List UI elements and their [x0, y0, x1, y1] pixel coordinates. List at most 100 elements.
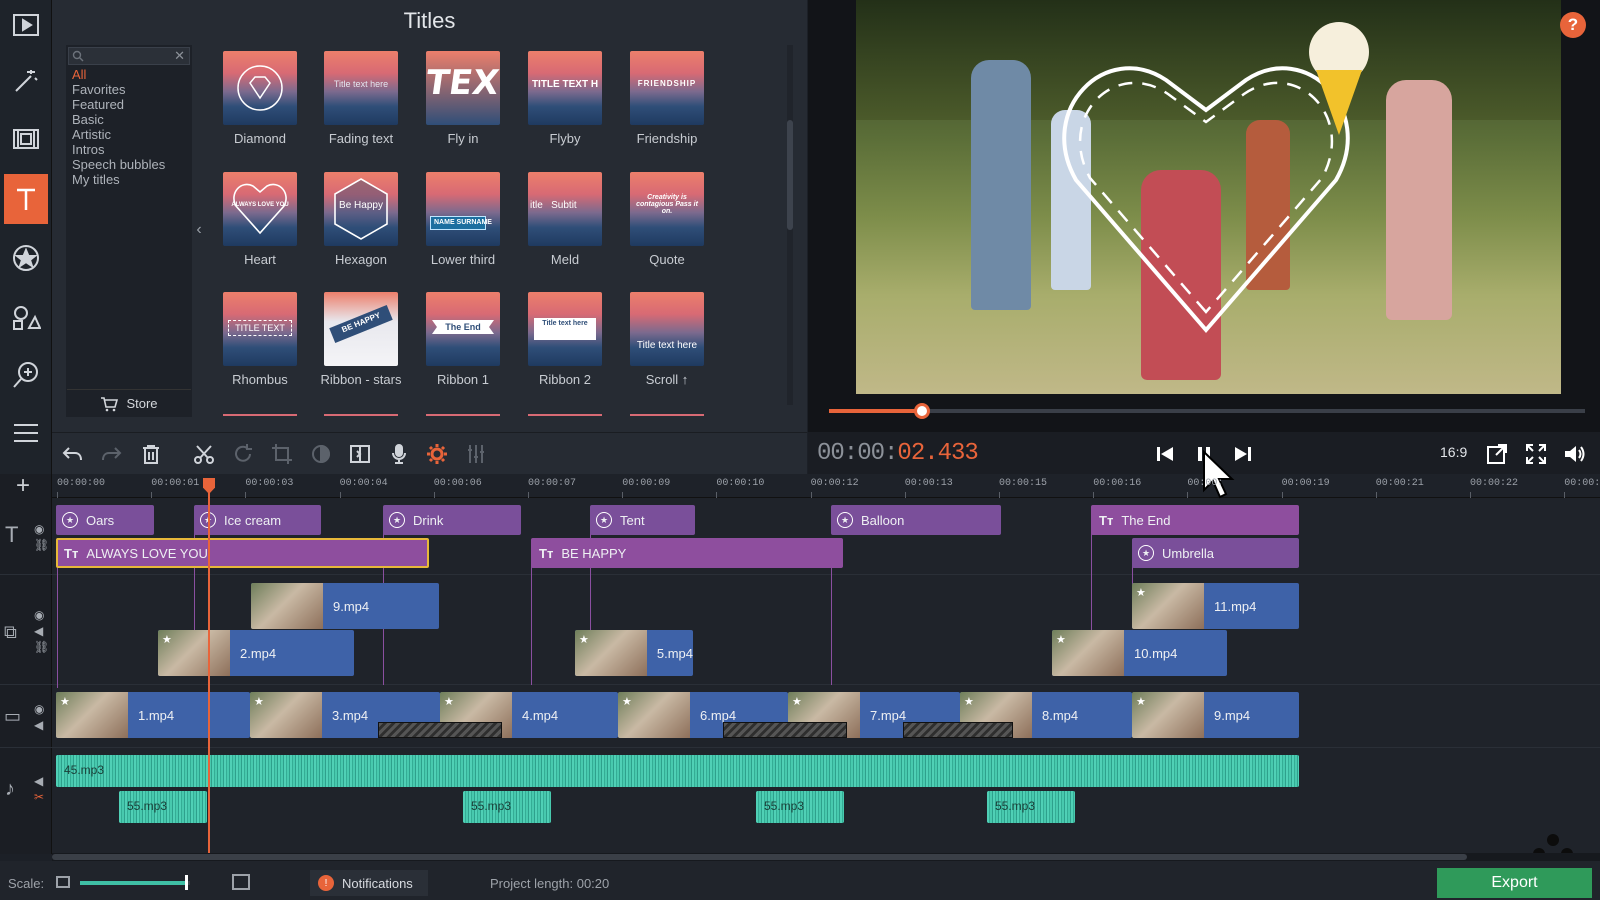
audio-clip[interactable]: 55.mp3 [756, 791, 844, 823]
split-scissors-icon[interactable] [190, 440, 218, 468]
title-tile-diamond[interactable] [223, 51, 297, 125]
transition-marker[interactable] [378, 722, 502, 738]
video-preview[interactable] [856, 0, 1561, 394]
filters-icon[interactable] [4, 114, 48, 164]
notifications-button[interactable]: ! Notifications [310, 870, 428, 896]
clip-label: Oars [86, 512, 115, 528]
title-tile-ribbon-2[interactable]: Title text here [528, 292, 602, 366]
mute-speaker-icon[interactable]: ◀ [34, 718, 43, 732]
category-my-titles[interactable]: My titles [72, 172, 120, 187]
sticker-clip[interactable]: ★ Drink [383, 505, 521, 535]
visibility-eye-icon[interactable]: ◉ [34, 702, 44, 716]
category-favorites[interactable]: Favorites [72, 82, 125, 97]
progress-handle[interactable] [914, 403, 930, 419]
title-clip[interactable]: Tт The End [1091, 505, 1299, 535]
clip-settings-gear-icon[interactable] [423, 440, 451, 468]
rotate-icon[interactable] [229, 440, 257, 468]
title-tile-friendship[interactable]: FRIENDSHIP [630, 51, 704, 125]
help-button[interactable]: ? [1560, 12, 1586, 38]
overlay-video-clip[interactable]: ★ 10.mp4 [1052, 630, 1227, 676]
overlay-video-clip[interactable]: ★ 11.mp4 [1132, 583, 1299, 629]
volume-icon[interactable] [1560, 440, 1590, 468]
timeline-scroll-thumb[interactable] [52, 854, 1467, 860]
sticker-clip[interactable]: ★ Balloon [831, 505, 1001, 535]
title-tile-ribbon-stars[interactable]: BE HAPPY [324, 292, 398, 366]
detach-preview-icon[interactable] [1482, 440, 1512, 468]
playback-progress-bar[interactable] [829, 409, 1585, 413]
audio-clip[interactable]: 55.mp3 [119, 791, 207, 823]
store-button[interactable]: Store [67, 389, 191, 417]
visibility-eye-icon[interactable]: ◉ [34, 608, 44, 622]
sticker-clip[interactable]: ★ Umbrella [1132, 538, 1299, 568]
title-tile-flyby[interactable]: TITLE TEXT H [528, 51, 602, 125]
equalizer-icon[interactable] [462, 440, 490, 468]
link-icon[interactable]: ⛓ [34, 640, 49, 654]
title-tile-fading-text[interactable]: Title text here [324, 51, 398, 125]
shapes-icon[interactable] [4, 292, 48, 342]
title-tile-heart[interactable]: ALWAYS LOVE YOU [223, 172, 297, 246]
zoom-out-icon[interactable] [56, 876, 70, 888]
fullscreen-icon[interactable] [1521, 440, 1551, 468]
audio-clip-main[interactable]: 45.mp3 [56, 755, 1299, 787]
main-video-clip[interactable]: ★ 1.mp4 [56, 692, 250, 738]
link-icon[interactable]: ⛓ [34, 538, 49, 552]
sticker-clip[interactable]: ★ Tent [590, 505, 695, 535]
sticker-clip[interactable]: ★ Oars [56, 505, 154, 535]
import-icon[interactable] [4, 0, 48, 50]
title-track-icon: T [5, 522, 19, 547]
magic-wand-icon[interactable] [4, 56, 48, 106]
audio-clip[interactable]: 55.mp3 [463, 791, 551, 823]
category-speech-bubbles[interactable]: Speech bubbles [72, 157, 165, 172]
tiles-scroll-thumb[interactable] [787, 120, 793, 230]
category-all[interactable]: All [72, 67, 86, 82]
collapse-panel-icon[interactable]: ‹ [192, 215, 206, 245]
aspect-ratio-button[interactable]: 16:9 [1440, 444, 1467, 460]
mute-speaker-icon[interactable]: ◀ [34, 624, 43, 638]
category-basic[interactable]: Basic [72, 112, 104, 127]
transition-marker[interactable] [903, 722, 1013, 738]
visibility-eye-icon[interactable]: ◉ [34, 522, 44, 536]
playhead[interactable] [208, 478, 210, 853]
delete-icon[interactable] [137, 440, 165, 468]
title-tile-scroll[interactable]: Title text here [630, 292, 704, 366]
ruler-tick [433, 492, 435, 498]
redo-icon[interactable] [98, 440, 126, 468]
transition-icon[interactable] [346, 440, 374, 468]
title-tile-ribbon-1[interactable]: The End [426, 292, 500, 366]
title-tile-hexagon[interactable]: Be Happy [324, 172, 398, 246]
titles-tool-icon[interactable] [4, 174, 48, 224]
stickers-icon[interactable] [4, 233, 48, 283]
title-tile-fly-in[interactable]: TEXT [426, 51, 500, 125]
audio-clip[interactable]: 55.mp3 [987, 791, 1075, 823]
undo-icon[interactable] [58, 440, 86, 468]
transition-marker[interactable] [723, 722, 847, 738]
overlay-video-clip[interactable]: ★ 2.mp4 [158, 630, 354, 676]
add-track-icon[interactable]: + [12, 474, 34, 498]
title-tile-lower-third[interactable]: NAME SURNAME [426, 172, 500, 246]
menu-list-icon[interactable] [4, 408, 48, 458]
zoom-in-icon[interactable] [232, 874, 250, 890]
title-clip-selected[interactable]: Tт ALWAYS LOVE YOU [56, 538, 429, 568]
title-tile-quote[interactable]: Creativity is contagious Pass it on. [630, 172, 704, 246]
scale-slider-handle[interactable] [185, 875, 188, 890]
skip-back-icon[interactable] [1150, 440, 1180, 468]
category-intros[interactable]: Intros [72, 142, 105, 157]
mute-speaker-icon[interactable]: ◀ [34, 774, 43, 788]
overlay-video-clip[interactable]: ★ 5.mp4 [575, 630, 693, 676]
clear-search-icon[interactable]: ✕ [174, 48, 185, 64]
search-input[interactable]: ✕ [68, 47, 190, 65]
record-audio-icon[interactable] [385, 440, 413, 468]
export-button[interactable]: Export [1437, 868, 1592, 898]
category-featured[interactable]: Featured [72, 97, 124, 112]
zoom-icon[interactable] [4, 350, 48, 400]
title-tile-meld[interactable]: itle Subtit [528, 172, 602, 246]
category-artistic[interactable]: Artistic [72, 127, 111, 142]
crop-icon[interactable] [268, 440, 296, 468]
overlay-video-clip[interactable]: 9.mp4 [251, 583, 439, 629]
unlink-icon[interactable]: ✂ [34, 790, 44, 804]
main-video-clip[interactable]: ★ 9.mp4 [1132, 692, 1299, 738]
sticker-clip[interactable]: ★Ice cream [194, 505, 321, 535]
color-adjust-icon[interactable] [307, 440, 335, 468]
title-tile-rhombus[interactable]: TITLE TEXT [223, 292, 297, 366]
title-clip[interactable]: Tт BE HAPPY [531, 538, 843, 568]
